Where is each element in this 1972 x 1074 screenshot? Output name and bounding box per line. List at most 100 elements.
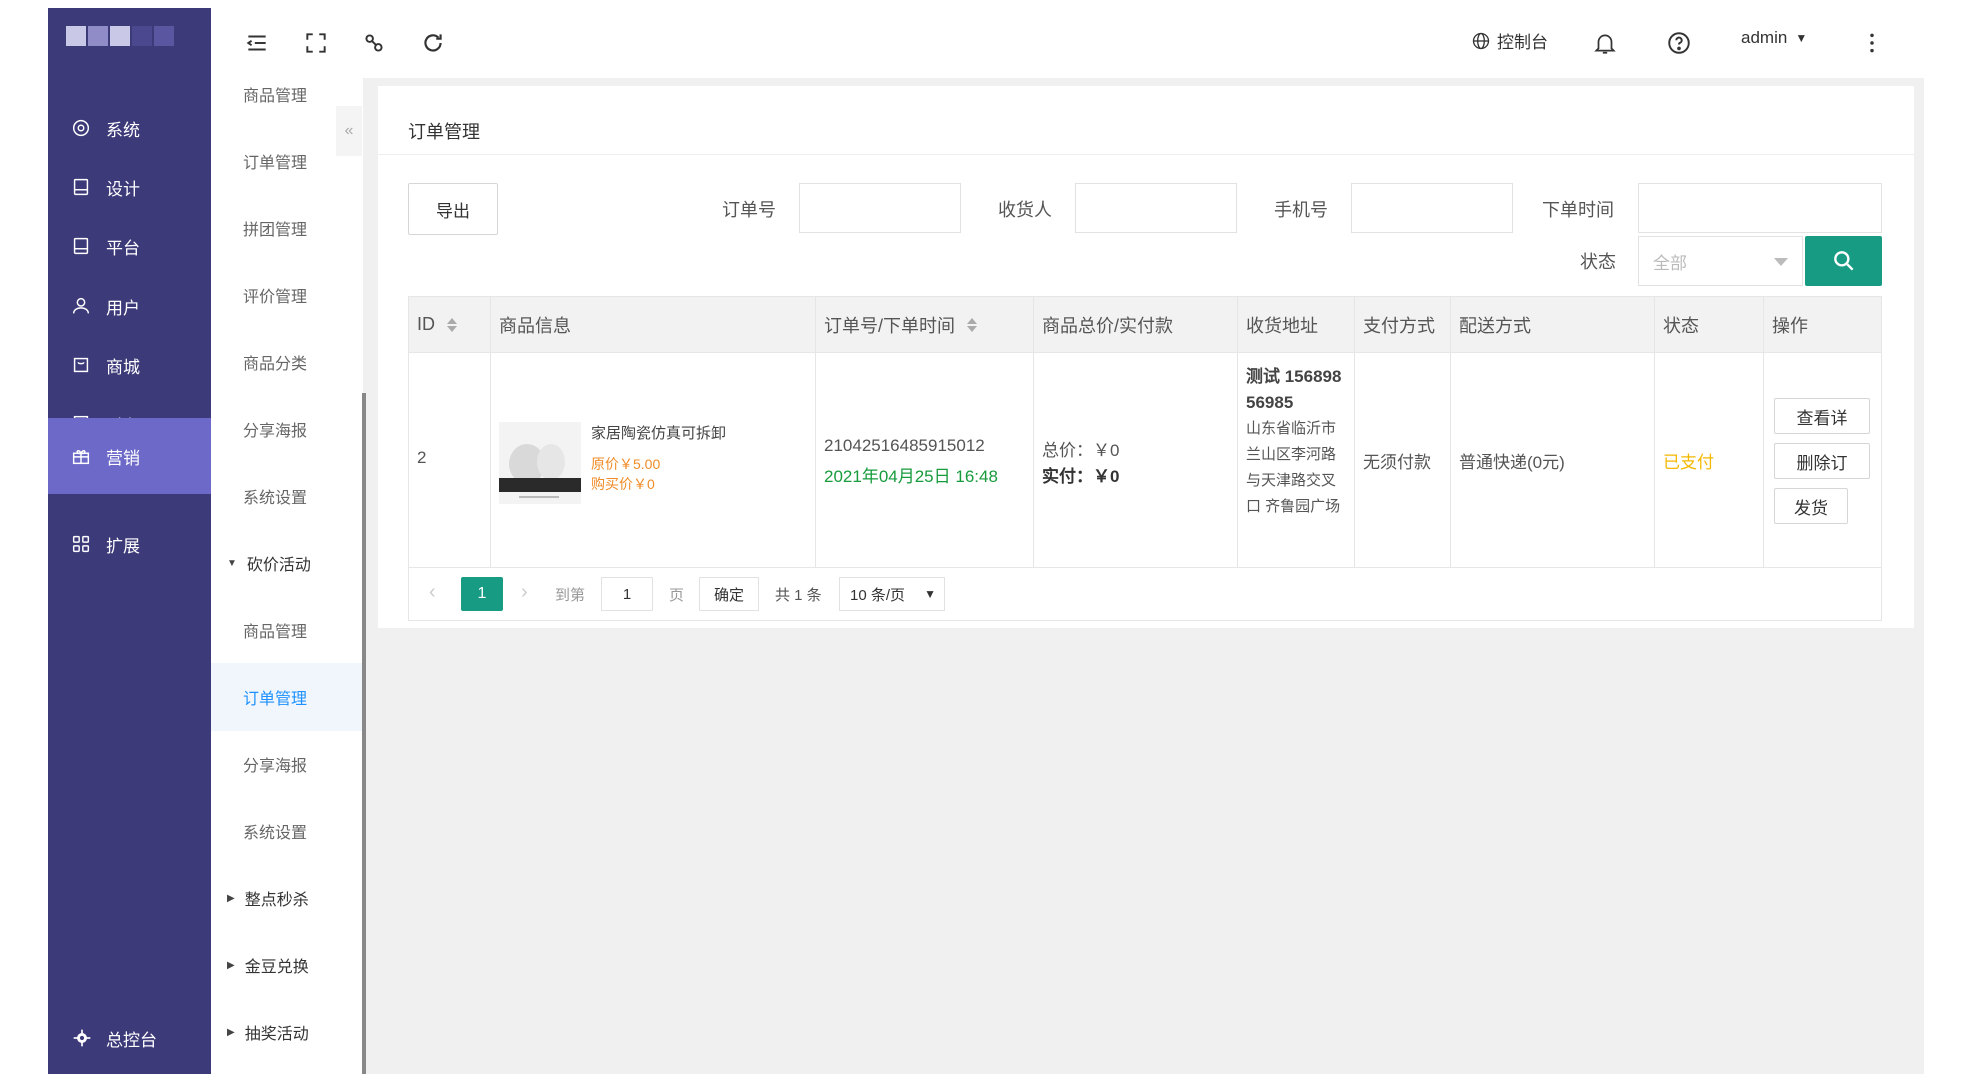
sub-item-poster[interactable]: 分享海报 — [211, 395, 363, 463]
sub-group-label: 抽奖活动 — [244, 1026, 309, 1043]
sidebar-footer-console[interactable]: 总控台 — [48, 1013, 211, 1063]
order-card: 订单管理 导出 订单号 收货人 手机号 下单时间 状态 全部 ID 商品信息 订… — [378, 86, 1914, 628]
orders-table: ID 商品信息 订单号/下单时间 商品总价/实付款 收货地址 支付方式 配送方式… — [408, 296, 1882, 621]
cell-address: 测试 15689856985 山东省临沂市兰山区李河路与天津路交叉口 齐鲁园广场 — [1238, 352, 1355, 567]
next-page-icon[interactable]: › — [521, 581, 528, 604]
export-button[interactable]: 导出 — [408, 183, 498, 235]
sub-item-settings[interactable]: 系统设置 — [211, 462, 363, 530]
sub-item-bargain-settings[interactable]: 系统设置 — [211, 797, 363, 865]
goto-confirm-button[interactable]: 确定 — [699, 577, 759, 611]
caret-down-icon — [1774, 258, 1788, 266]
order-no-label: 订单号 — [722, 200, 776, 220]
goto-label: 到第 — [555, 587, 586, 604]
sidebar-item-extend[interactable]: 扩展 — [48, 506, 211, 582]
sub-item-label: 订单管理 — [243, 691, 308, 708]
cell-status: 已支付 — [1655, 352, 1764, 567]
caret-right-icon: ▶ — [227, 959, 235, 971]
sidebar-item-label: 系统 — [106, 120, 140, 140]
col-header-label: 操作 — [1772, 315, 1808, 336]
sub-item-bargain-order[interactable]: 订单管理 — [211, 663, 363, 731]
more-vertical-icon[interactable] — [1859, 30, 1885, 56]
fullscreen-icon[interactable] — [303, 30, 329, 56]
cell-delivery: 普通快递(0元) — [1451, 352, 1655, 567]
sub-group-bargain[interactable]: ▼ 砍价活动 — [211, 529, 363, 597]
page-title: 订单管理 — [408, 122, 480, 142]
caret-down-icon: ▼ — [1795, 31, 1808, 45]
cell-payment: 无须付款 — [1355, 352, 1451, 567]
grid-icon — [72, 535, 90, 553]
delivery-method: 普通快递(0元) — [1459, 453, 1565, 472]
sidebar-item-label: 扩展 — [106, 536, 140, 556]
link-icon[interactable] — [361, 30, 387, 56]
sidebar-item-label: 平台 — [106, 238, 140, 258]
col-header-label: ID — [417, 314, 435, 334]
status-select[interactable]: 全部 — [1638, 236, 1803, 286]
user-menu[interactable]: admin ▼ — [1741, 28, 1807, 48]
sub-group-lottery[interactable]: ▶ 抽奖活动 — [211, 998, 363, 1066]
col-header-address: 收货地址 — [1238, 297, 1355, 352]
sub-group-label: 金豆兑换 — [244, 959, 309, 976]
monitor-icon — [73, 237, 89, 255]
col-header-price: 商品总价/实付款 — [1034, 297, 1238, 352]
address-text: 山东省临沂市兰山区李河路与天津路交叉口 齐鲁园广场 — [1246, 420, 1341, 515]
sub-item-label: 拼团管理 — [243, 222, 308, 239]
view-detail-button[interactable]: 查看详 — [1774, 398, 1870, 434]
gift-icon — [72, 450, 90, 465]
globe-icon — [1472, 32, 1490, 49]
delete-order-button[interactable]: 删除订 — [1774, 443, 1870, 479]
sub-item-label: 订单管理 — [243, 155, 308, 172]
page-unit-label: 页 — [669, 587, 685, 604]
console-link[interactable]: 控制台 — [1471, 28, 1548, 53]
sort-icon[interactable] — [967, 317, 978, 333]
prev-page-icon[interactable]: ‹ — [429, 581, 436, 604]
divider — [378, 154, 1914, 155]
order-no-input[interactable] — [799, 183, 961, 233]
col-header-payment: 支付方式 — [1355, 297, 1451, 352]
col-header-status: 状态 — [1655, 297, 1764, 352]
goto-page-input[interactable]: 1 — [601, 577, 653, 611]
col-header-label: 收货地址 — [1246, 315, 1318, 336]
sidebar-item-label: 设计 — [106, 179, 140, 199]
sub-group-bean-exchange[interactable]: ▶ 金豆兑换 — [211, 931, 363, 999]
sub-item-review[interactable]: 评价管理 — [211, 261, 363, 329]
col-header-order-no[interactable]: 订单号/下单时间 — [816, 297, 1034, 352]
sub-item-category[interactable]: 商品分类 — [211, 328, 363, 396]
menu-toggle-icon[interactable] — [244, 30, 270, 56]
help-icon[interactable] — [1666, 30, 1692, 56]
refresh-icon[interactable] — [420, 30, 446, 56]
sub-group-flash-sale[interactable]: ▶ 整点秒杀 — [211, 864, 363, 932]
search-button[interactable] — [1805, 236, 1882, 286]
sub-item-bargain-poster[interactable]: 分享海报 — [211, 730, 363, 798]
page-size-select[interactable]: 10 条/页 ▼ — [839, 577, 945, 611]
col-header-label: 支付方式 — [1363, 315, 1435, 336]
ship-button[interactable]: 发货 — [1774, 488, 1848, 524]
phone-input[interactable] — [1351, 183, 1513, 233]
table-header: ID 商品信息 订单号/下单时间 商品总价/实付款 收货地址 支付方式 配送方式… — [409, 297, 1881, 353]
col-header-id[interactable]: ID — [409, 297, 491, 352]
order-time: 2021年04月25日 16:48 — [824, 467, 998, 486]
app-frame: 系统 设计 平台 用户 商城 财务 营销 扩展 — [48, 8, 1924, 1074]
col-header-delivery: 配送方式 — [1451, 297, 1655, 352]
sidebar-item-marketing[interactable]: 营销 — [48, 418, 211, 494]
page-number-current[interactable]: 1 — [461, 577, 503, 611]
paid-value: ￥0 — [1093, 467, 1120, 486]
sort-icon[interactable] — [447, 317, 457, 333]
product-thumbnail[interactable] — [499, 422, 581, 504]
sidebar-item-label: 营销 — [106, 448, 140, 468]
order-id: 2 — [417, 448, 427, 467]
sub-item-bargain-product[interactable]: 商品管理 — [211, 596, 363, 664]
cell-id: 2 — [409, 352, 491, 567]
collapse-sidebar-button[interactable]: « — [336, 106, 362, 156]
order-time-input[interactable] — [1638, 183, 1882, 233]
sub-sidebar-scrollbar[interactable] — [362, 393, 366, 1074]
product-name: 家居陶瓷仿真可拆卸 — [591, 425, 727, 442]
total-label: 总价： — [1042, 441, 1093, 460]
purchase-price: 购买价￥0 — [591, 476, 655, 492]
sub-item-group-buy[interactable]: 拼团管理 — [211, 194, 363, 262]
gear-icon — [73, 1029, 91, 1047]
bell-icon[interactable] — [1592, 30, 1618, 56]
total-value: ￥0 — [1093, 441, 1120, 460]
col-header-label: 商品总价/实付款 — [1042, 315, 1174, 336]
total-count: 共 1 条 — [775, 587, 822, 604]
receiver-input[interactable] — [1075, 183, 1237, 233]
